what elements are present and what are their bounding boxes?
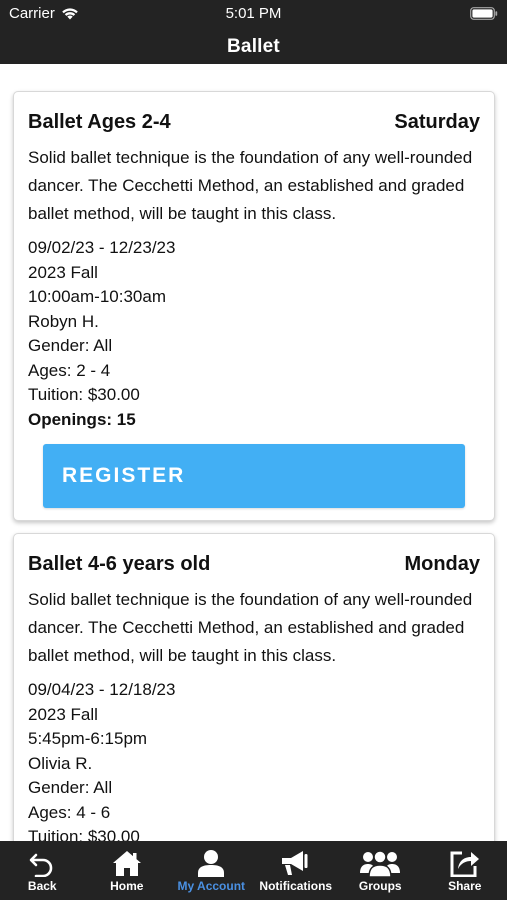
class-description: Solid ballet technique is the foundation… bbox=[28, 148, 473, 223]
class-day: Saturday bbox=[394, 111, 480, 133]
class-dates: 09/02/23 - 12/23/23 bbox=[28, 238, 176, 257]
class-ages: Ages: 4 - 6 bbox=[28, 802, 111, 822]
tab-my-account[interactable]: My Account bbox=[169, 841, 254, 900]
tab-home[interactable]: Home bbox=[85, 841, 170, 900]
class-instructor: Olivia R. bbox=[28, 753, 93, 773]
share-icon bbox=[450, 851, 479, 877]
groups-icon bbox=[360, 850, 401, 877]
class-day: Monday bbox=[404, 553, 480, 575]
class-description: Solid ballet technique is the foundation… bbox=[28, 590, 473, 665]
back-arrow-icon bbox=[29, 853, 53, 877]
class-name: Ballet 4-6 years old bbox=[28, 553, 211, 575]
megaphone-icon bbox=[281, 851, 308, 875]
class-tuition: Tuition: $30.00 bbox=[28, 385, 140, 404]
status-bar: Carrier 5:01 PM bbox=[0, 0, 507, 28]
tab-groups[interactable]: Groups bbox=[338, 841, 423, 900]
class-time: 5:45pm-6:15pm bbox=[28, 729, 148, 748]
class-gender: Gender: All bbox=[28, 336, 113, 355]
tab-share-label: Share bbox=[448, 879, 482, 893]
tab-bar: Back Home My Account Notifications Group… bbox=[0, 841, 507, 900]
class-tuition: Tuition: $30.00 bbox=[28, 827, 140, 841]
tab-back[interactable]: Back bbox=[0, 841, 85, 900]
user-icon bbox=[198, 850, 225, 877]
app-screen: Carrier 5:01 PM Ballet Ballet Ages 2-4 S… bbox=[0, 0, 507, 900]
tab-my-account-label: My Account bbox=[177, 879, 246, 893]
class-dates: 09/04/23 - 12/18/23 bbox=[28, 680, 176, 699]
class-card: Ballet Ages 2-4 Saturday Solid ballet te… bbox=[13, 91, 495, 521]
class-card-header: Ballet 4-6 years old Monday bbox=[28, 553, 480, 576]
register-button[interactable]: REGISTER bbox=[43, 444, 465, 508]
top-bar: Carrier 5:01 PM Ballet bbox=[0, 0, 507, 64]
class-card-header: Ballet Ages 2-4 Saturday bbox=[28, 111, 480, 134]
class-details: 09/02/23 - 12/23/23 2023 Fall 10:00am-10… bbox=[28, 236, 480, 432]
class-name: Ballet Ages 2-4 bbox=[28, 111, 171, 133]
class-session: 2023 Fall bbox=[28, 704, 98, 724]
class-session: 2023 Fall bbox=[28, 262, 98, 282]
class-list[interactable]: Ballet Ages 2-4 Saturday Solid ballet te… bbox=[0, 64, 507, 841]
tab-back-label: Back bbox=[27, 879, 57, 893]
tab-notifications-label: Notifications bbox=[259, 879, 333, 893]
class-gender: Gender: All bbox=[28, 778, 113, 797]
tab-share[interactable]: Share bbox=[423, 841, 507, 900]
class-ages: Ages: 2 - 4 bbox=[28, 360, 111, 380]
page-title: Ballet bbox=[227, 36, 280, 57]
class-openings: Openings: 15 bbox=[28, 409, 136, 429]
class-details: 09/04/23 - 12/18/23 2023 Fall 5:45pm-6:1… bbox=[28, 678, 480, 841]
battery-icon bbox=[470, 7, 498, 24]
tab-groups-label: Groups bbox=[358, 879, 402, 893]
tab-home-label: Home bbox=[110, 879, 144, 893]
class-instructor: Robyn H. bbox=[28, 311, 99, 331]
class-card: Ballet 4-6 years old Monday Solid ballet… bbox=[13, 533, 495, 841]
status-time: 5:01 PM bbox=[225, 5, 282, 22]
tab-notifications[interactable]: Notifications bbox=[254, 841, 339, 900]
home-icon bbox=[112, 851, 141, 876]
class-time: 10:00am-10:30am bbox=[28, 287, 166, 306]
